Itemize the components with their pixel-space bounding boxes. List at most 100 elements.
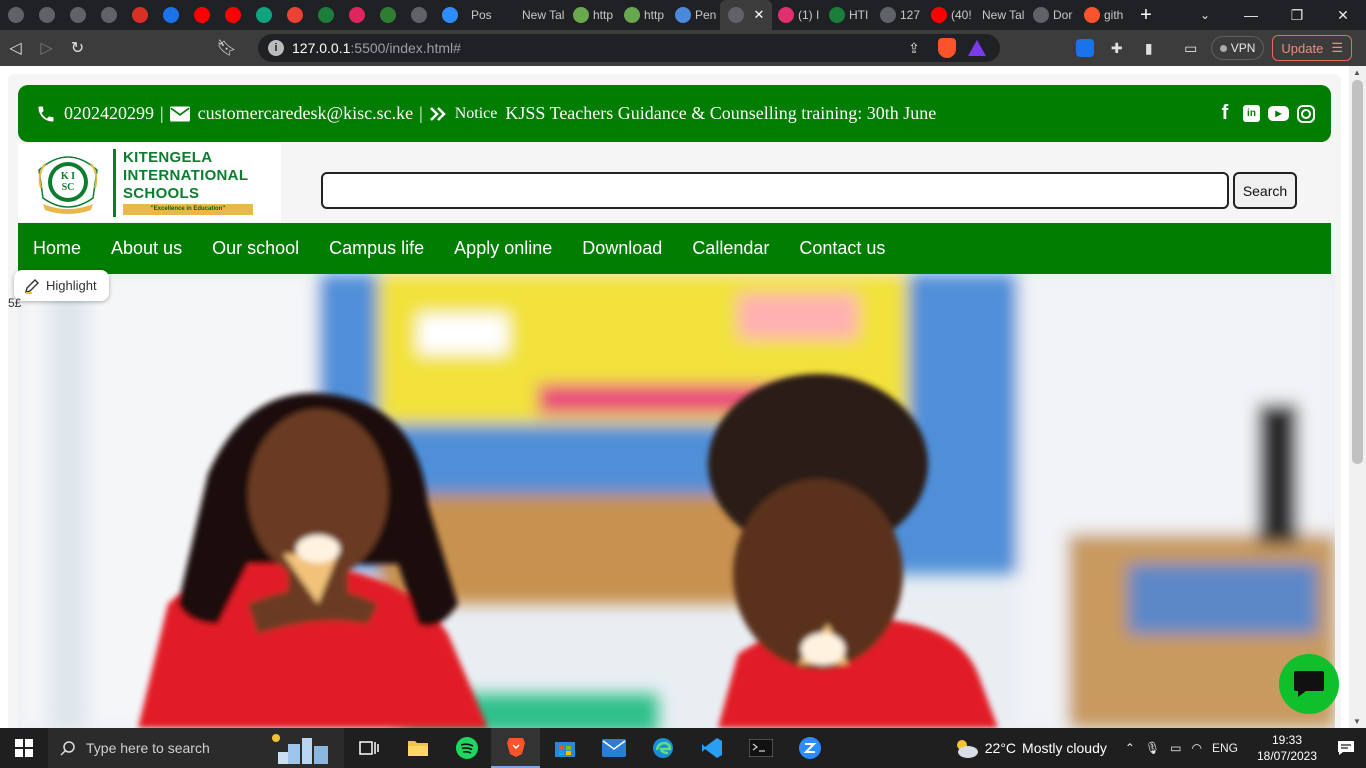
- youtube-icon[interactable]: ▶: [1268, 106, 1289, 121]
- close-tab-icon[interactable]: ✕: [754, 7, 765, 23]
- nav-link-apply-online[interactable]: Apply online: [454, 238, 552, 259]
- browser-tab[interactable]: HTI: [823, 0, 874, 30]
- bookmark-icon[interactable]: 🔖︎: [211, 30, 242, 66]
- mail-icon[interactable]: [589, 728, 638, 768]
- lang-indicator[interactable]: ENG: [1212, 741, 1238, 755]
- file-explorer-icon[interactable]: [393, 728, 442, 768]
- browser-tab[interactable]: Pos: [465, 0, 516, 30]
- brave-rewards-icon[interactable]: [968, 40, 986, 56]
- facebook-icon[interactable]: f: [1215, 102, 1235, 124]
- browser-tab[interactable]: ✕: [720, 0, 772, 30]
- browser-tab[interactable]: (1) I: [772, 0, 823, 30]
- browser-tab[interactable]: http: [567, 0, 618, 30]
- browser-tab[interactable]: [93, 0, 124, 30]
- minimize-button[interactable]: —: [1228, 0, 1274, 30]
- tab-title: http: [593, 8, 614, 22]
- globe-icon: [7, 7, 24, 23]
- nav-link-our-school[interactable]: Our school: [212, 238, 299, 259]
- nav-link-callendar[interactable]: Callendar: [692, 238, 769, 259]
- vpn-button[interactable]: VPN: [1210, 36, 1265, 60]
- school-name-line2: INTERNATIONAL: [123, 167, 249, 184]
- browser-tab[interactable]: [279, 0, 310, 30]
- vscode-icon[interactable]: [687, 728, 736, 768]
- power-icon[interactable]: ▭: [1170, 741, 1181, 755]
- browser-tab[interactable]: [155, 0, 186, 30]
- terminal-icon[interactable]: [736, 728, 785, 768]
- globe-icon: [38, 7, 55, 23]
- browser-tab[interactable]: [341, 0, 372, 30]
- tab-search-chevron-icon[interactable]: ⌄: [1182, 0, 1228, 30]
- highlight-extension-button[interactable]: Highlight: [14, 270, 109, 301]
- browser-tab[interactable]: New Tal: [516, 0, 567, 30]
- microphone-icon[interactable]: 🎙︎: [1145, 741, 1160, 755]
- chevron-up-icon[interactable]: ⌃: [1125, 741, 1135, 755]
- close-window-button[interactable]: ✕: [1320, 0, 1366, 30]
- taskbar-search[interactable]: Type here to search: [48, 728, 344, 768]
- site-search-input[interactable]: [321, 172, 1229, 209]
- browser-tab[interactable]: gith: [1078, 0, 1129, 30]
- extensions-puzzle-icon[interactable]: ✚: [1105, 36, 1129, 60]
- phone-contact[interactable]: 0202420299: [36, 103, 154, 124]
- brave-browser-icon[interactable]: [491, 728, 540, 768]
- wifi-icon[interactable]: ◠: [1192, 741, 1202, 755]
- search-button[interactable]: Search: [1233, 172, 1297, 209]
- browser-tab[interactable]: (40!: [925, 0, 976, 30]
- reload-button[interactable]: ↻: [62, 30, 93, 66]
- browser-tab[interactable]: [124, 0, 155, 30]
- browser-tab[interactable]: [62, 0, 93, 30]
- crest-letters-bottom: SC: [62, 182, 75, 193]
- browser-tab[interactable]: Dor: [1027, 0, 1078, 30]
- search-highlight-city-icon: [272, 734, 328, 764]
- chat-button[interactable]: [1279, 654, 1339, 714]
- weather-widget[interactable]: 22°C Mostly cloudy: [953, 738, 1107, 758]
- brave-shields-icon[interactable]: [938, 38, 956, 58]
- share-icon[interactable]: ⇪: [902, 36, 926, 60]
- browser-tab[interactable]: [248, 0, 279, 30]
- scroll-down-arrow-icon[interactable]: ▼: [1353, 717, 1361, 726]
- browser-tab[interactable]: [434, 0, 465, 30]
- page-scrollbar[interactable]: ▲ ▼: [1349, 66, 1366, 728]
- address-bar[interactable]: i 127.0.0.1 :5500/index.html# ⇪: [258, 34, 1000, 62]
- linkedin-icon[interactable]: in: [1243, 105, 1260, 122]
- browser-tab[interactable]: [310, 0, 341, 30]
- scroll-up-arrow-icon[interactable]: ▲: [1353, 68, 1361, 77]
- sidebar-icon[interactable]: ▮: [1137, 36, 1161, 60]
- tab-title: New Tal: [522, 8, 565, 22]
- browser-tab[interactable]: New Tal: [976, 0, 1027, 30]
- browser-tab[interactable]: [372, 0, 403, 30]
- browser-tab[interactable]: [31, 0, 62, 30]
- nav-link-home[interactable]: Home: [33, 238, 81, 259]
- new-tab-button[interactable]: +: [1129, 4, 1163, 27]
- browser-tab[interactable]: http: [618, 0, 669, 30]
- clock[interactable]: 19:33 18/07/2023: [1248, 732, 1326, 764]
- site-info-icon[interactable]: i: [268, 40, 284, 56]
- browser-tab[interactable]: [186, 0, 217, 30]
- start-button[interactable]: [0, 728, 48, 768]
- scrollbar-thumb[interactable]: [1352, 80, 1363, 464]
- notifications-icon[interactable]: [1326, 740, 1366, 756]
- update-button[interactable]: Update ☰: [1272, 35, 1352, 61]
- email-contact[interactable]: customercaredesk@kisc.sc.ke: [169, 103, 413, 124]
- browser-tab[interactable]: [217, 0, 248, 30]
- browser-tab[interactable]: 127: [874, 0, 925, 30]
- nav-link-campus-life[interactable]: Campus life: [329, 238, 424, 259]
- spotify-icon[interactable]: [442, 728, 491, 768]
- forward-button[interactable]: ▷: [31, 30, 62, 66]
- school-name: KITENGELA INTERNATIONAL SCHOOLS: [123, 149, 248, 203]
- nav-link-download[interactable]: Download: [582, 238, 662, 259]
- instagram-icon[interactable]: [1297, 104, 1315, 123]
- wallet-icon[interactable]: ▭: [1179, 36, 1203, 60]
- browser-tab[interactable]: [403, 0, 434, 30]
- extension-lens-icon[interactable]: [1073, 36, 1097, 60]
- school-logo[interactable]: K I SC KITENGELA INTERNATIONAL SCHOOLS "…: [18, 143, 281, 222]
- microsoft-store-icon[interactable]: [540, 728, 589, 768]
- nav-link-about-us[interactable]: About us: [111, 238, 182, 259]
- restore-button[interactable]: ❐: [1274, 0, 1320, 30]
- back-button[interactable]: ◁: [0, 30, 31, 66]
- task-view-icon[interactable]: [344, 728, 393, 768]
- browser-tab[interactable]: [0, 0, 31, 30]
- nav-link-contact-us[interactable]: Contact us: [799, 238, 885, 259]
- edge-browser-icon[interactable]: [638, 728, 687, 768]
- zoom-app-icon[interactable]: [785, 728, 834, 768]
- browser-tab[interactable]: Pen: [669, 0, 720, 30]
